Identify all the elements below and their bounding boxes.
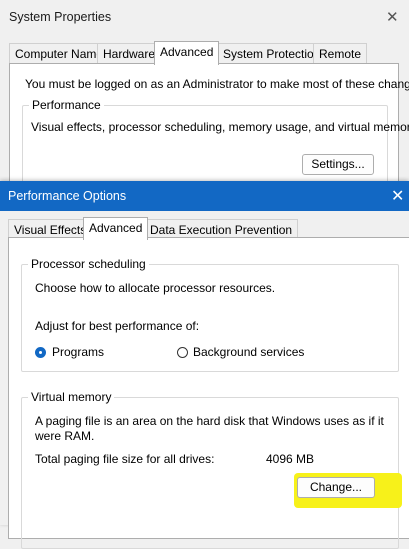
- processor-scheduling-description: Choose how to allocate processor resourc…: [35, 281, 276, 295]
- adjust-label: Adjust for best performance of:: [35, 319, 200, 333]
- title-bar: Performance Options ✕: [0, 181, 409, 211]
- window-title: System Properties: [9, 10, 112, 24]
- processor-scheduling-group: Processor scheduling Choose how to alloc…: [21, 257, 399, 372]
- close-icon[interactable]: ✕: [386, 8, 399, 26]
- virtual-memory-description-line2: were RAM.: [35, 429, 95, 443]
- advanced-tab-page: Processor scheduling Choose how to alloc…: [8, 237, 409, 549]
- dialog-title: Performance Options: [8, 189, 127, 203]
- tab-system-protection[interactable]: System Protection: [217, 43, 327, 64]
- total-paging-value: 4096 MB: [266, 452, 315, 466]
- processor-scheduling-legend: Processor scheduling: [28, 257, 149, 271]
- tab-hardware[interactable]: Hardware: [97, 43, 162, 64]
- performance-legend: Performance: [29, 98, 104, 112]
- programs-radio[interactable]: [35, 347, 46, 358]
- change-button[interactable]: Change...: [297, 477, 375, 498]
- performance-description: Visual effects, processor scheduling, me…: [31, 120, 409, 134]
- tab-advanced[interactable]: Advanced: [83, 217, 149, 240]
- virtual-memory-legend: Virtual memory: [28, 390, 115, 404]
- tab-computer-name[interactable]: Computer Name: [9, 43, 110, 64]
- total-paging-label: Total paging file size for all drives:: [35, 452, 215, 466]
- close-icon[interactable]: ✕: [391, 186, 404, 206]
- background-services-radio[interactable]: [177, 347, 188, 358]
- performance-options-dialog: Performance Options ✕ Visual Effects Adv…: [0, 181, 409, 549]
- virtual-memory-description-line1: A paging file is an area on the hard dis…: [35, 414, 384, 428]
- background-services-label: Background services: [193, 345, 305, 359]
- programs-label: Programs: [52, 345, 105, 359]
- settings-button[interactable]: Settings...: [302, 154, 374, 175]
- admin-notice: You must be logged on as an Administrato…: [25, 77, 409, 91]
- tab-remote[interactable]: Remote: [313, 43, 368, 64]
- tab-advanced[interactable]: Advanced: [154, 41, 220, 65]
- virtual-memory-group: Virtual memory A paging file is an area …: [21, 390, 402, 549]
